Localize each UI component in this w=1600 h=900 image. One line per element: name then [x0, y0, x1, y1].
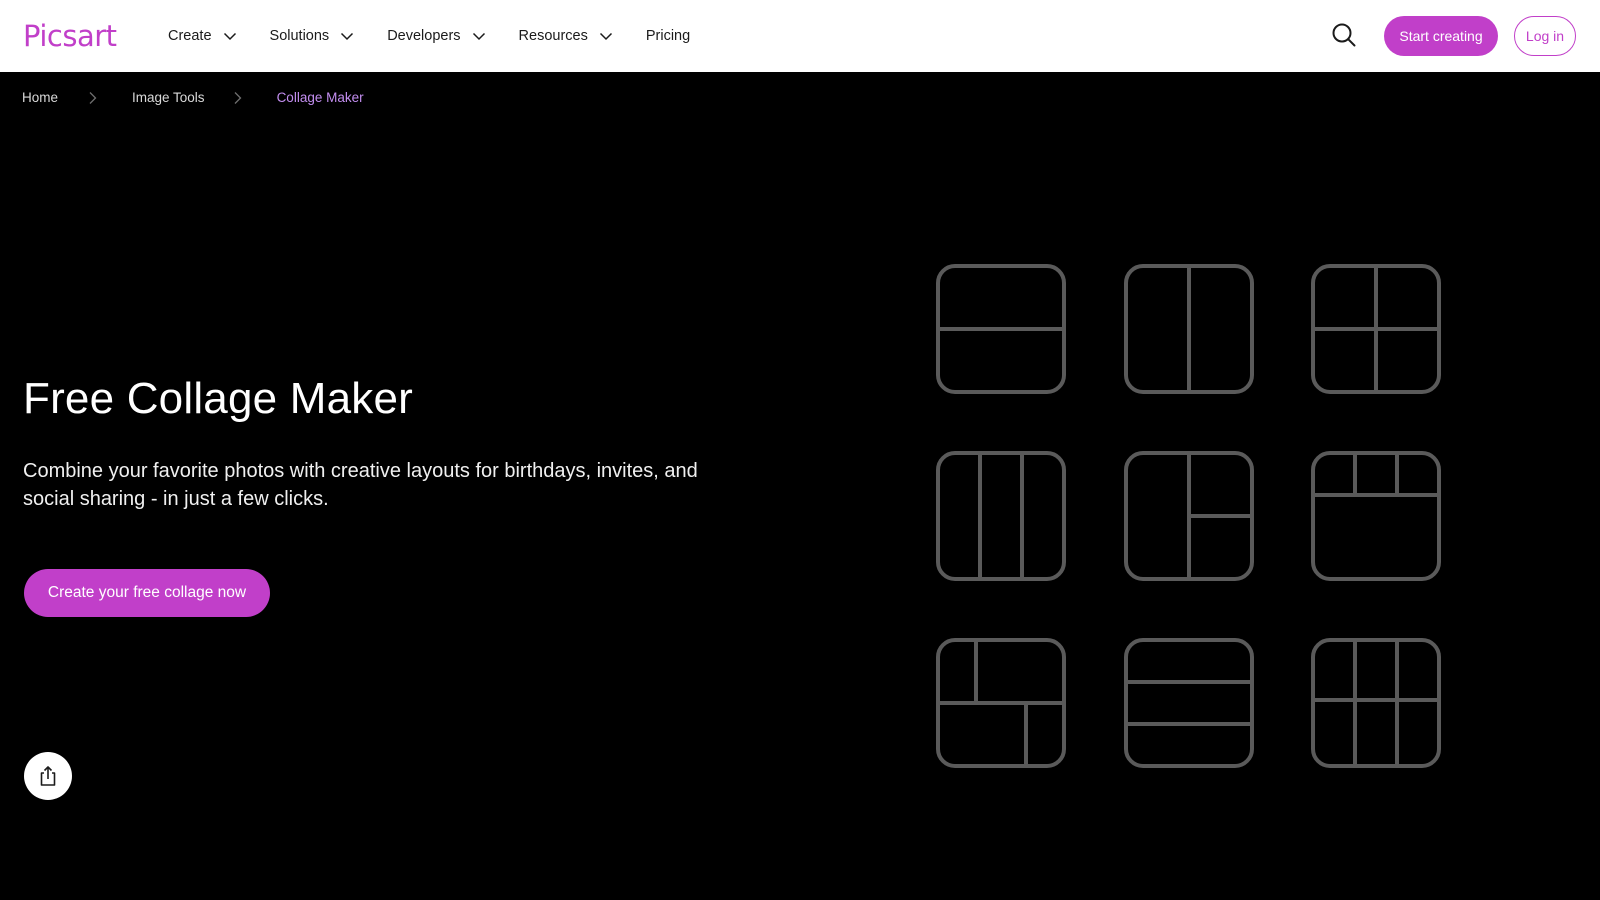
- layout-top-three-bottom-wide-icon: [1311, 451, 1441, 581]
- chevron-down-icon: [223, 32, 236, 41]
- search-icon[interactable]: [1331, 22, 1357, 48]
- layout-left-tall-right-split-icon: [1124, 451, 1254, 581]
- share-icon: [40, 766, 56, 786]
- page-title: Free Collage Maker: [23, 374, 413, 423]
- nav-item-label: Create: [168, 28, 212, 44]
- layout-three-rows-icon: [1124, 638, 1254, 768]
- nav-item-label: Solutions: [269, 28, 330, 44]
- nav-item-label: Resources: [518, 28, 588, 44]
- picsart-logo[interactable]: Picsart: [23, 19, 117, 53]
- breadcrumb: Home Image Tools Collage Maker: [22, 90, 364, 105]
- layout-two-rows-icon: [936, 264, 1066, 394]
- breadcrumb-collage-maker: Collage Maker: [276, 90, 364, 105]
- chevron-down-icon: [341, 32, 354, 41]
- breadcrumb-home[interactable]: Home: [22, 90, 58, 105]
- create-collage-button[interactable]: Create your free collage now: [24, 569, 270, 617]
- top-header: Picsart Create Solutions Developers Reso…: [0, 0, 1600, 72]
- chevron-down-icon: [472, 32, 485, 41]
- layout-icons-grid: [0, 0, 1600, 900]
- log-in-button[interactable]: Log in: [1514, 16, 1576, 56]
- nav-item-create[interactable]: Create: [168, 28, 237, 44]
- layout-four-grid-icon: [1311, 264, 1441, 394]
- layout-top-split-bottom-split-icon: [936, 638, 1066, 768]
- layout-six-grid-icon: [1311, 638, 1441, 768]
- nav-item-label: Developers: [387, 28, 461, 44]
- chevron-down-icon: [599, 32, 612, 41]
- layout-three-columns-icon: [936, 451, 1066, 581]
- nav-item-developers[interactable]: Developers: [387, 28, 485, 44]
- nav-item-solutions[interactable]: Solutions: [270, 28, 355, 44]
- start-creating-button[interactable]: Start creating: [1384, 16, 1498, 56]
- share-button[interactable]: [24, 752, 72, 800]
- main-nav: Create Solutions Developers Resources Pr…: [168, 0, 723, 72]
- hero-subtitle: Combine your favorite photos with creati…: [23, 460, 698, 510]
- nav-item-resources[interactable]: Resources: [519, 28, 613, 44]
- breadcrumb-image-tools[interactable]: Image Tools: [132, 90, 205, 105]
- nav-item-label: Pricing: [645, 28, 691, 44]
- chevron-right-icon: [89, 91, 97, 104]
- layout-two-columns-icon: [1124, 264, 1254, 394]
- nav-item-pricing[interactable]: Pricing: [646, 28, 690, 44]
- chevron-right-icon: [234, 91, 241, 104]
